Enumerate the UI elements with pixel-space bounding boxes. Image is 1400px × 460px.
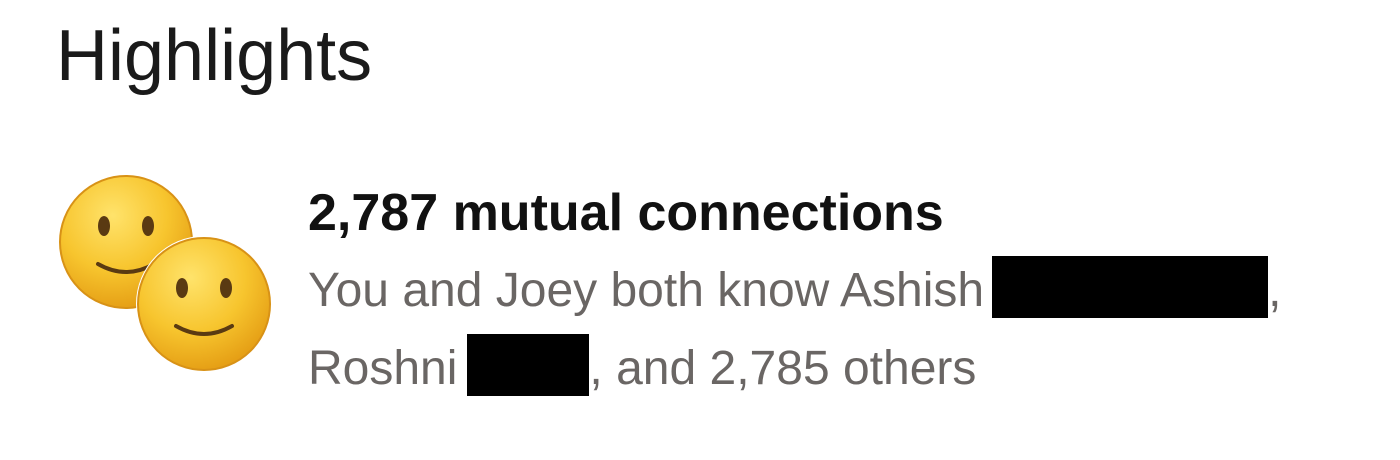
detail-line2-name: Roshni [308,342,458,395]
detail-line1-suffix: , [1268,264,1282,317]
redacted-surname-2 [467,334,590,396]
highlights-card: Highlights 2,787 mutual connections You … [0,0,1400,460]
section-title: Highlights [56,16,373,96]
highlight-text: 2,787 mutual connections You and Joey bo… [308,178,1388,408]
redacted-surname-1 [992,256,1269,318]
detail-line1-text: You and Joey both know Ashish [308,264,985,317]
mutual-connections-detail: You and Joey both know Ashish, Roshni , an… [308,252,1388,408]
mutual-connections-count[interactable]: 2,787 mutual connections [308,178,1388,248]
mutual-connections-highlight[interactable]: 2,787 mutual connections You and Joey bo… [52,168,1392,408]
mutual-connection-avatars[interactable] [52,168,282,378]
smiley-face-icon [136,236,272,372]
detail-line2-suffix: , and 2,785 others [589,342,977,395]
